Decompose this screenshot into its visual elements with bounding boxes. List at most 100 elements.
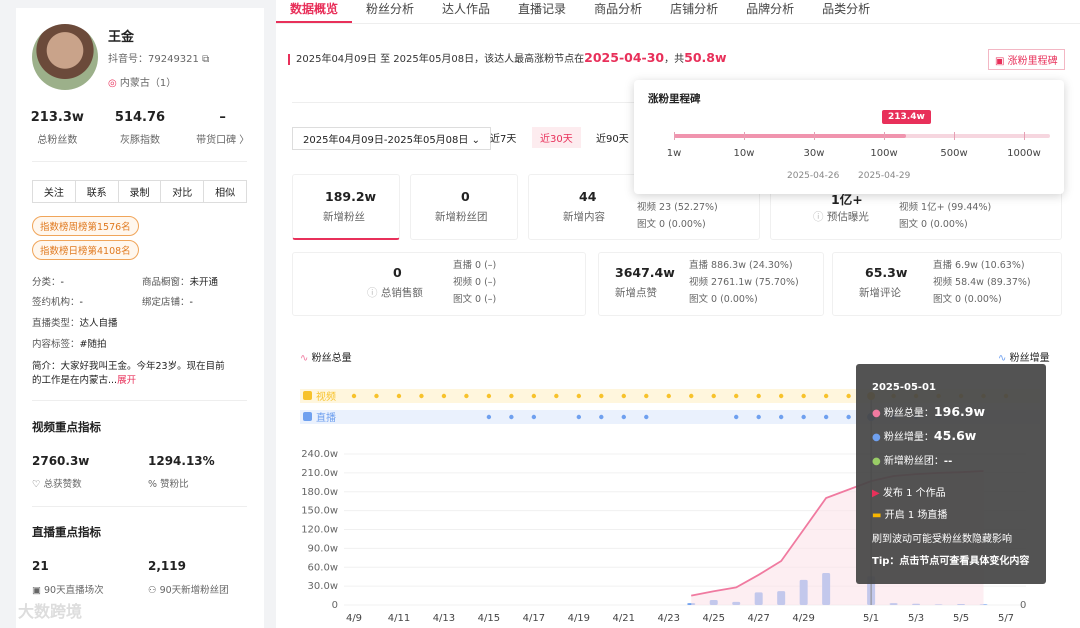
range-90d[interactable]: 近90天: [588, 127, 637, 148]
scale-tick: [884, 132, 885, 140]
rank-tag-day[interactable]: 指数榜日榜第4108名: [32, 240, 139, 260]
video-likes-label: ♡ 总获赞数: [32, 479, 82, 490]
tab-fans[interactable]: 粉丝分析: [352, 0, 428, 23]
stat-fans: 213.3w 总粉丝数: [30, 110, 84, 146]
fan-club-value: 2,119: [148, 559, 186, 573]
live-icon: ▬: [872, 510, 882, 521]
video-dot: [419, 393, 424, 399]
legend-total[interactable]: ∿ 粉丝总量: [300, 349, 352, 364]
stat-index: 514.76 灰豚指数: [114, 110, 166, 146]
tooltip-row-increase: ● 粉丝增量：45.6w: [872, 428, 977, 443]
follow-button[interactable]: 关注: [33, 181, 76, 202]
fan-club-label: ⚇ 90天新增粉丝团: [148, 585, 229, 596]
tooltip-act-publish: ▶ 发布 1 个作品: [872, 488, 946, 499]
tab-products[interactable]: 商品分析: [580, 0, 656, 23]
video-dot: [734, 393, 739, 399]
similar-button[interactable]: 相似: [204, 181, 246, 202]
y-tick-label: 210.0w: [301, 468, 338, 479]
date-range-picker[interactable]: 2025年04月09日-2025年05月08日 ⌄: [292, 127, 491, 150]
headline: 2025年04月09日 至 2025年05月08日，该达人最高涨粉节点在2025…: [288, 50, 727, 65]
track-label: 直播: [316, 411, 336, 424]
bar-legend-icon: ∿: [998, 353, 1007, 364]
video-dot: [846, 393, 851, 399]
flag-icon: ▣: [995, 56, 1005, 67]
card-fan-club[interactable]: 0 新增粉丝团: [410, 174, 518, 240]
y-tick-label: 60.0w: [308, 562, 338, 573]
video-dot: [464, 393, 469, 399]
chart-tooltip: 2025-05-01 ● 粉丝总量：196.9w ● 粉丝增量：45.6w ● …: [856, 364, 1046, 584]
copy-icon[interactable]: ⧉: [202, 54, 209, 65]
live-dot: [756, 414, 761, 420]
scale-label: 500w: [940, 148, 968, 159]
card-comments[interactable]: 65.3w 新增评论 直播 6.9w (10.63%) 视频 58.4w (89…: [832, 252, 1062, 316]
tab-shops[interactable]: 店铺分析: [656, 0, 732, 23]
scale-label: 30w: [803, 148, 825, 159]
card-sales[interactable]: 0 ⓘ 总销售额 直播 0 (–) 视频 0 (–) 图文 0 (–): [292, 252, 586, 316]
live-dot: [778, 414, 784, 420]
milestone-button[interactable]: ▣ 涨粉里程碑: [988, 49, 1065, 70]
stat-reputation[interactable]: – 带货口碑 〉: [181, 110, 264, 146]
y-right-tick-label: 0: [1020, 600, 1026, 611]
y-tick-label: 120.0w: [301, 525, 338, 536]
video-dot: [823, 393, 829, 399]
track-icon: [303, 391, 312, 400]
tooltip-row-total: ● 粉丝总量：196.9w: [872, 404, 986, 419]
video-dot: [666, 393, 671, 399]
avatar[interactable]: [32, 24, 98, 90]
tab-works[interactable]: 达人作品: [428, 0, 504, 23]
x-tick-label: 5/7: [998, 613, 1014, 624]
x-tick-label: 4/11: [388, 613, 410, 624]
contact-button[interactable]: 联系: [76, 181, 119, 202]
legend-increase[interactable]: ∿ 粉丝增量: [998, 349, 1050, 364]
track-label: 视频: [316, 390, 336, 403]
expand-link[interactable]: 展开: [117, 375, 136, 386]
scale-tick: [744, 132, 745, 140]
divider: [32, 161, 247, 162]
info-shop: 绑定店铺：-: [142, 297, 193, 308]
milestone-date-1: 2025-04-26: [787, 171, 840, 181]
line-legend-icon: ∿: [300, 353, 309, 364]
tooltip-act-live: ▬ 开启 1 场直播: [872, 510, 948, 521]
video-dot: [711, 393, 716, 399]
tab-live[interactable]: 直播记录: [504, 0, 580, 23]
y-tick-label: 0: [332, 600, 338, 611]
x-tick-label: 4/17: [523, 613, 545, 624]
y-tick-label: 240.0w: [301, 449, 338, 460]
tooltip-tip: Tip：点击节点可查看具体变化内容: [872, 556, 1030, 567]
card-likes[interactable]: 3647.4w 新增点赞 直播 886.3w (24.30%) 视频 2761.…: [598, 252, 824, 316]
scale-tick: [814, 132, 815, 140]
bio: 简介：大家好我叫王金。今年23岁。现在目前 的工作是在内蒙古...展开: [32, 361, 225, 386]
x-tick-label: 4/15: [478, 613, 500, 624]
tab-overview[interactable]: 数据概览: [276, 0, 353, 23]
live-dot: [846, 414, 851, 420]
info-content: 内容标签：#随拍: [32, 339, 107, 350]
range-7d[interactable]: 近7天: [482, 127, 524, 148]
live-section-title: 直播重点指标: [32, 525, 101, 539]
tab-bar: 数据概览 粉丝分析 达人作品 直播记录 商品分析 店铺分析 品牌分析 品类分析: [276, 0, 1080, 24]
card-new-fans[interactable]: 189.2w 新增粉丝: [292, 174, 400, 240]
video-dot: [689, 393, 694, 399]
video-dot: [374, 393, 379, 399]
rank-tag-week[interactable]: 指数榜周榜第1576名: [32, 216, 139, 236]
milestone-date-2: 2025-04-29: [858, 171, 911, 181]
live-dot: [644, 414, 649, 420]
video-dot: [621, 393, 626, 399]
info-live-type: 直播类型：达人自播: [32, 318, 118, 329]
live-dot: [621, 414, 626, 420]
range-30d[interactable]: 近30天: [532, 127, 581, 148]
record-button[interactable]: 录制: [119, 181, 162, 202]
compare-button[interactable]: 对比: [161, 181, 205, 202]
scale-label: 10w: [733, 148, 755, 159]
video-dot: [351, 393, 357, 399]
tab-brands[interactable]: 品牌分析: [732, 0, 808, 23]
chevron-down-icon: ⌄: [471, 135, 480, 146]
video-dot: [441, 393, 447, 399]
x-tick-label: 4/23: [658, 613, 680, 624]
live-dot: [599, 414, 604, 420]
live-count-value: 21: [32, 559, 49, 573]
tooltip-date: 2025-05-01: [872, 382, 936, 393]
tab-categories[interactable]: 品类分析: [808, 0, 884, 23]
info-window: 商品橱窗：未开通: [142, 277, 219, 288]
heart-icon: ♡: [32, 479, 41, 490]
x-tick-label: 4/27: [747, 613, 769, 624]
